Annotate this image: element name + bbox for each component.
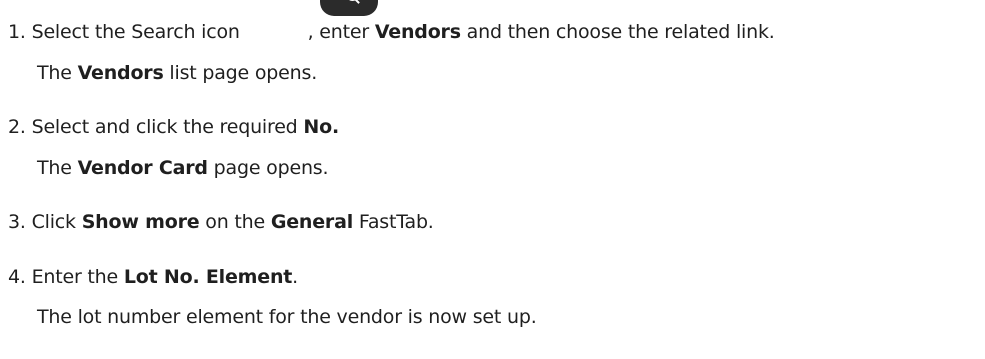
step-1-instruction: 1. Select the Search icon , enter Vendor… [8, 20, 775, 44]
step-text: and then choose the related link. [460, 21, 775, 43]
step-1-result: The Vendors list page opens. [37, 62, 318, 84]
search-icon [320, 0, 378, 16]
bold-term: Show more [81, 211, 200, 233]
step-2-result: The Vendor Card page opens. [37, 157, 329, 179]
bold-term: No. [303, 116, 339, 138]
bold-term: Vendors [77, 62, 164, 84]
step-4-instruction: 4. Enter the Lot No. Element. [8, 266, 299, 288]
bold-term: Lot No. Element [123, 266, 293, 288]
bold-term: Vendor Card [77, 157, 208, 179]
step-2-instruction: 2. Select and click the required No. [8, 116, 339, 138]
step-number: 2. [8, 116, 26, 138]
instruction-document: 1. Select the Search icon , enter Vendor… [0, 0, 985, 359]
bold-term: General [270, 211, 354, 233]
bold-term: Vendors [374, 21, 461, 43]
step-4-result: The lot number element for the vendor is… [37, 306, 537, 328]
step-3-instruction: 3. Click Show more on the General FastTa… [8, 211, 434, 233]
step-text: , enter [307, 21, 375, 43]
step-text: Select the Search icon [31, 21, 246, 43]
step-number: 3. [8, 211, 26, 233]
step-number: 1. [8, 21, 26, 43]
step-number: 4. [8, 266, 26, 288]
